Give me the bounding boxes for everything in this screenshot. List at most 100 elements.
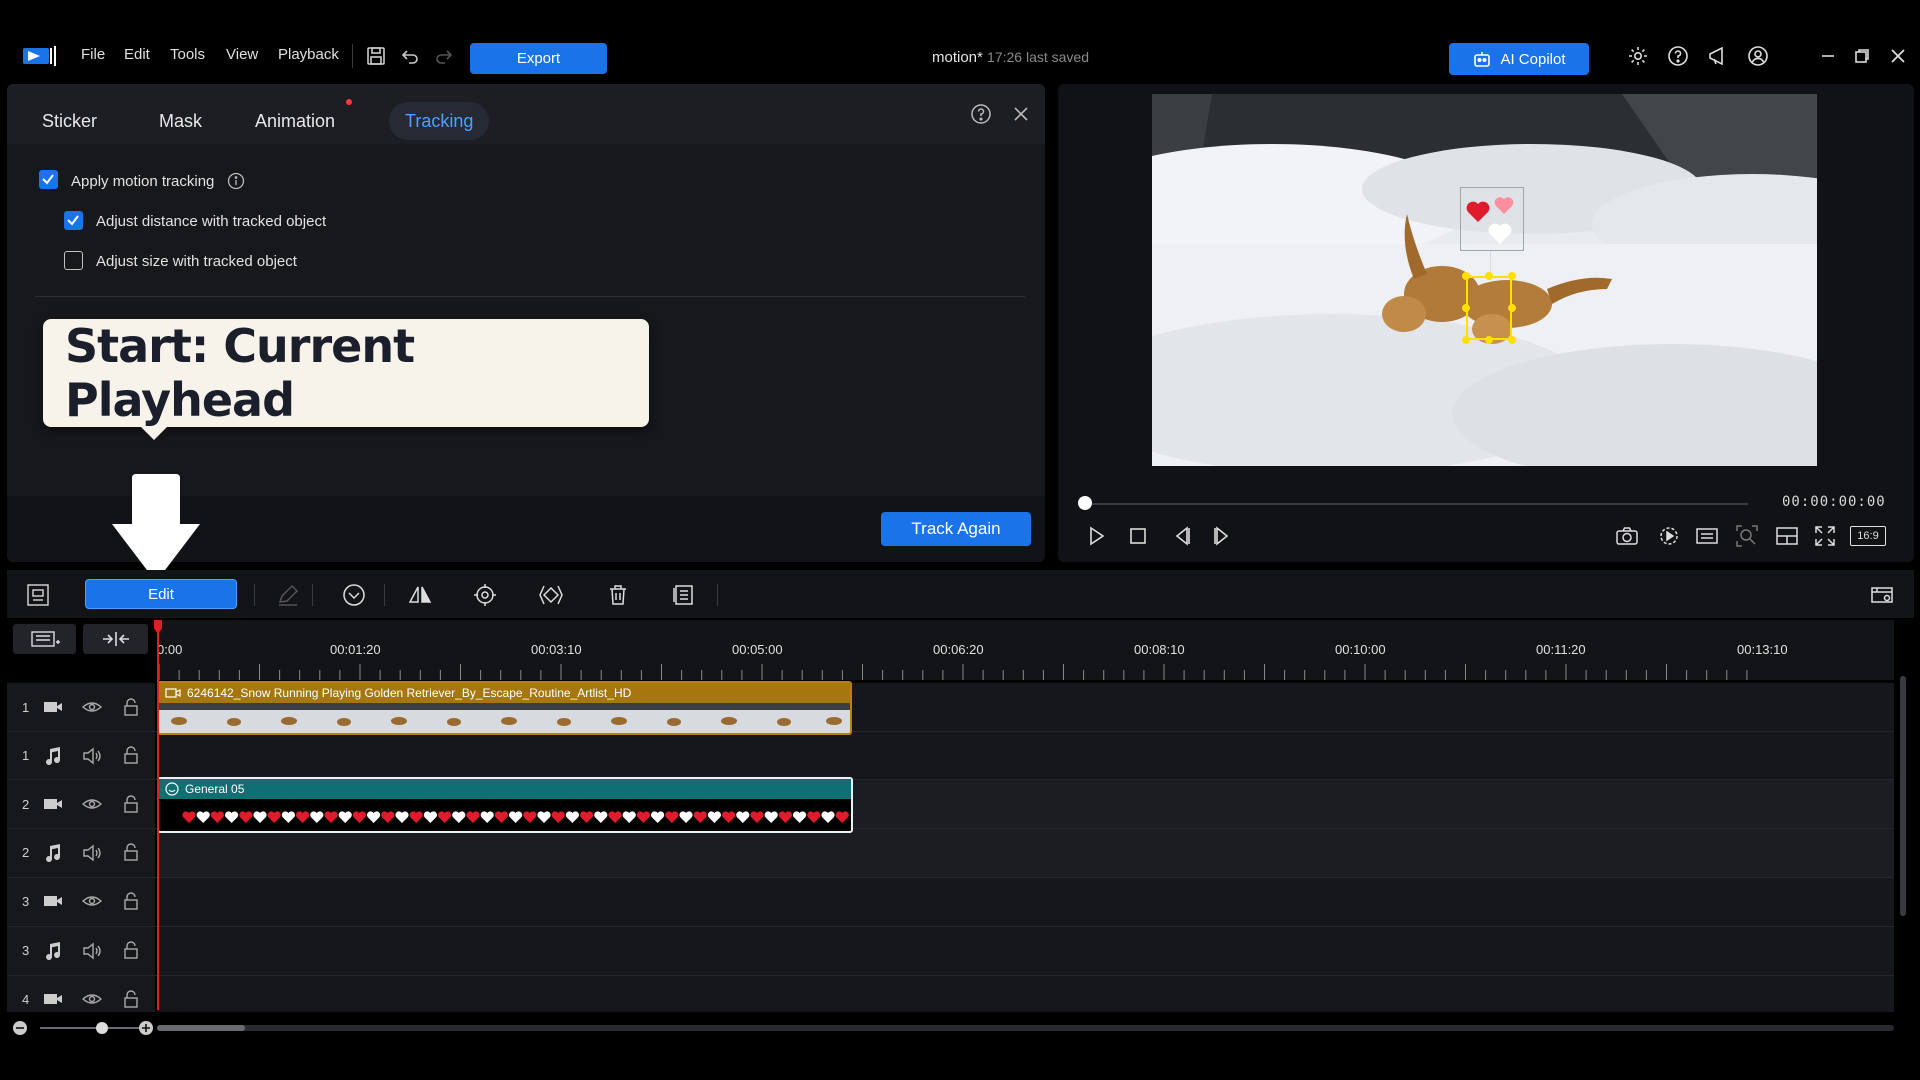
redo-icon[interactable] [432, 44, 456, 68]
zoom-slider-track[interactable] [40, 1027, 140, 1029]
motion-tracking-target-icon[interactable] [472, 582, 498, 608]
zoom-in-icon[interactable] [138, 1020, 154, 1036]
sticker-clip[interactable]: General 05 [157, 777, 853, 833]
tracking-handle[interactable] [1508, 336, 1516, 344]
close-window-icon[interactable] [1886, 44, 1910, 68]
subtitles-icon[interactable] [1694, 523, 1720, 549]
track-lane-video-4[interactable] [157, 976, 1894, 1012]
help-icon[interactable] [1666, 44, 1690, 68]
track-lane-audio-3[interactable] [157, 927, 1894, 975]
stop-icon[interactable] [1125, 523, 1151, 549]
zoom-preview-icon[interactable] [1734, 523, 1760, 549]
snapshot-camera-icon[interactable] [1614, 523, 1640, 549]
fit-timeline-button[interactable] [83, 624, 148, 654]
pen-tool-icon[interactable] [275, 582, 301, 608]
edit-button[interactable]: Edit [85, 579, 237, 609]
info-icon[interactable] [227, 172, 245, 190]
keyframe-icon[interactable] [538, 582, 564, 608]
visibility-eye-icon[interactable] [81, 698, 103, 716]
preview-scrubber-knob[interactable] [1078, 496, 1092, 510]
playhead[interactable] [157, 620, 159, 1010]
tracking-handle[interactable] [1508, 304, 1516, 312]
zoom-out-icon[interactable] [12, 1020, 28, 1036]
audio-track-music-icon [42, 746, 64, 766]
speed-dropdown-icon[interactable] [341, 582, 367, 608]
tab-tracking[interactable]: Tracking [389, 102, 490, 140]
delete-trash-icon[interactable] [605, 582, 631, 608]
restore-window-icon[interactable] [1850, 44, 1874, 68]
heart-mark [537, 811, 551, 823]
tab-sticker[interactable]: Sticker [26, 102, 113, 140]
export-button[interactable]: Export [470, 43, 607, 74]
volume-icon[interactable] [81, 844, 103, 862]
lock-icon[interactable] [122, 989, 140, 1009]
adjust-distance-checkbox[interactable] [64, 211, 83, 230]
lock-icon[interactable] [122, 697, 140, 717]
visibility-eye-icon[interactable] [81, 795, 103, 813]
flip-icon[interactable] [407, 582, 433, 608]
lock-icon[interactable] [122, 745, 140, 765]
aspect-ratio-button[interactable]: 16:9 [1850, 526, 1886, 546]
zoom-slider-knob[interactable] [96, 1022, 108, 1034]
tab-animation[interactable]: Animation [239, 102, 351, 140]
panel-close-icon[interactable] [1009, 102, 1033, 126]
notification-megaphone-icon[interactable] [1706, 44, 1730, 68]
menu-playback[interactable]: Playback [278, 46, 339, 63]
tracking-handle[interactable] [1485, 272, 1493, 280]
account-icon[interactable] [1746, 44, 1770, 68]
play-icon[interactable] [1083, 523, 1109, 549]
previous-frame-icon[interactable] [1169, 523, 1195, 549]
lock-icon[interactable] [122, 891, 140, 911]
timeline-horizontal-scrollbar[interactable] [157, 1025, 1894, 1031]
visibility-eye-icon[interactable] [81, 892, 103, 910]
lock-icon[interactable] [122, 940, 140, 960]
menu-tools[interactable]: Tools [170, 46, 205, 63]
media-library-icon[interactable] [25, 582, 51, 608]
panel-help-icon[interactable] [969, 102, 993, 126]
track-manager-button[interactable] [13, 624, 76, 654]
render-preview-icon[interactable] [1656, 523, 1682, 549]
visibility-eye-icon[interactable] [81, 990, 103, 1008]
project-name: motion* [932, 49, 983, 66]
apply-motion-tracking-checkbox[interactable] [39, 170, 58, 189]
lock-icon[interactable] [122, 842, 140, 862]
tracking-handle[interactable] [1462, 336, 1470, 344]
app-logo-icon[interactable] [22, 44, 58, 68]
track-lane-audio-1[interactable] [157, 732, 1894, 780]
dock-undock-icon[interactable] [1774, 523, 1800, 549]
timeline-settings-icon[interactable] [1869, 582, 1895, 608]
volume-icon[interactable] [81, 747, 103, 765]
video-clip[interactable]: 6246142_Snow Running Playing Golden Retr… [157, 681, 852, 735]
minimize-icon[interactable] [1816, 44, 1840, 68]
track-again-button[interactable]: Track Again [881, 512, 1031, 546]
tracking-handle[interactable] [1508, 272, 1516, 280]
video-clip-name: 6246142_Snow Running Playing Golden Retr… [187, 686, 632, 700]
more-tools-list-icon[interactable] [671, 582, 697, 608]
volume-icon[interactable] [81, 942, 103, 960]
lock-icon[interactable] [122, 794, 140, 814]
fullscreen-icon[interactable] [1812, 523, 1838, 549]
next-frame-icon[interactable] [1209, 523, 1235, 549]
menu-edit[interactable]: Edit [124, 46, 150, 63]
tracking-handle[interactable] [1462, 272, 1470, 280]
heart-mark [253, 811, 267, 823]
tracking-handle[interactable] [1485, 336, 1493, 344]
timeline-vertical-scrollbar[interactable] [1900, 676, 1906, 916]
save-icon[interactable] [364, 44, 388, 68]
video-track-camera-icon [42, 892, 64, 910]
tracking-handle[interactable] [1462, 304, 1470, 312]
tracking-target-box[interactable] [1466, 276, 1512, 340]
track-lane-audio-2[interactable] [157, 829, 1894, 877]
undo-icon[interactable] [398, 44, 422, 68]
adjust-size-checkbox[interactable] [64, 251, 83, 270]
menu-view[interactable]: View [226, 46, 258, 63]
timeline-scroll-thumb[interactable] [157, 1025, 245, 1031]
tab-mask[interactable]: Mask [143, 102, 218, 140]
menu-file[interactable]: File [81, 46, 105, 63]
ruler-label: 00:01:20 [330, 642, 381, 657]
settings-gear-icon[interactable] [1626, 44, 1650, 68]
preview-scrubber-track[interactable] [1084, 503, 1748, 505]
heart-mark [494, 811, 509, 823]
ai-copilot-button[interactable]: AI Copilot [1449, 43, 1589, 75]
track-lane-video-3[interactable] [157, 878, 1894, 926]
